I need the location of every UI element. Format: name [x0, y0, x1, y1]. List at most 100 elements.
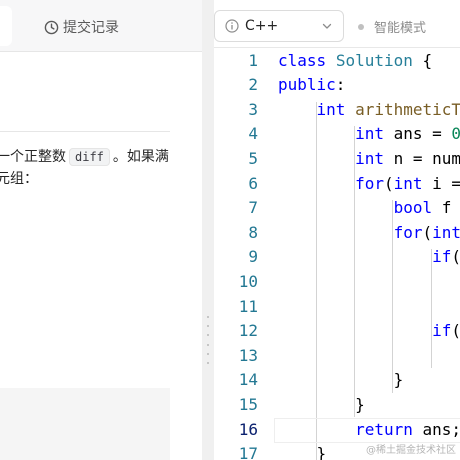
line-number: 5: [248, 148, 258, 168]
language-select[interactable]: C++: [214, 10, 344, 42]
line-number: 17: [238, 444, 258, 460]
line-number: 10: [238, 271, 258, 291]
code-token: (: [451, 321, 460, 340]
code-text: bool f: [278, 196, 452, 221]
line-number: 6: [248, 173, 258, 193]
code-text: }: [278, 442, 327, 460]
divider: [0, 131, 170, 132]
code-line[interactable]: 3 int arithmeticT: [214, 98, 460, 123]
code-token: (: [451, 247, 460, 266]
clock-icon: [44, 20, 59, 34]
line-number: 14: [238, 370, 258, 390]
code-token: n = num: [383, 148, 460, 168]
toggle-dot-icon: [358, 23, 364, 30]
watermark: @稀土掘金技术社区: [366, 445, 456, 456]
code-line[interactable]: 5 int n = num: [214, 147, 460, 172]
code-token: int: [393, 173, 423, 193]
code-token: int: [355, 148, 384, 168]
code-token: class: [278, 50, 327, 70]
code-line[interactable]: 13: [214, 344, 460, 369]
code-text: public:: [278, 73, 345, 98]
code-text: }: [278, 368, 404, 393]
code-line[interactable]: 10: [214, 270, 460, 295]
description-panel: 提交记录 一个正整数 diff 。如果满 元组：: [0, 0, 202, 460]
info-icon: [225, 19, 239, 33]
tab-submissions[interactable]: 提交记录: [44, 17, 119, 37]
line-number: 7: [248, 198, 258, 218]
code-token: }: [278, 444, 327, 460]
code-token: }: [278, 370, 404, 390]
code-line[interactable]: 2 public:: [214, 73, 460, 98]
description-toolbar: 提交记录: [0, 0, 202, 52]
drag-grip-icon: [207, 316, 209, 364]
code-editor[interactable]: 1 class Solution {2 public: 3 int arithmeti…: [214, 48, 460, 460]
editor-toolbar: C++ 智能模式: [214, 0, 460, 48]
code-token: return: [355, 419, 413, 439]
smart-mode-toggle[interactable]: 智能模式: [358, 17, 426, 36]
code-text: if(: [278, 245, 460, 270]
code-token: for: [393, 222, 423, 242]
pane-resize-handle[interactable]: [202, 0, 214, 460]
chevron-down-icon: [322, 23, 332, 29]
line-number: 12: [238, 321, 258, 341]
problem-description-line: 一个正整数 diff 。如果满: [0, 147, 169, 167]
line-number: 13: [238, 345, 258, 365]
code-token: int: [355, 124, 384, 144]
line-number: 1: [248, 50, 258, 70]
code-line[interactable]: 8 for(int: [214, 221, 460, 246]
code-line[interactable]: 6 for(int i =: [214, 172, 460, 197]
code-text: for(int: [278, 221, 460, 246]
code-line[interactable]: 11: [214, 295, 460, 320]
line-number: 2: [248, 75, 258, 95]
inline-code: diff: [69, 148, 110, 166]
code-text: int n = num: [278, 147, 460, 172]
code-token: Solution: [335, 50, 413, 70]
code-text: for(int i =: [278, 172, 460, 197]
code-token: f: [432, 198, 452, 218]
line-number: 3: [248, 99, 258, 119]
code-token: :: [335, 75, 346, 95]
code-token: int: [432, 222, 460, 242]
code-token: int: [316, 99, 346, 119]
code-text: int arithmeticT: [278, 98, 460, 123]
code-text: if(: [278, 319, 460, 344]
language-select-value: C++: [245, 18, 279, 34]
code-line[interactable]: 7 bool f: [214, 196, 460, 221]
code-token: i =: [422, 173, 460, 193]
line-number: 9: [248, 247, 258, 267]
code-token: for: [355, 173, 384, 193]
example-block: [0, 388, 170, 460]
tab-submissions-label: 提交记录: [63, 20, 119, 36]
code-token: ans;: [412, 419, 460, 439]
code-line[interactable]: 14 }: [214, 368, 460, 393]
code-token: arithmeticT: [355, 99, 460, 119]
line-number: 16: [238, 419, 258, 439]
code-token: }: [278, 394, 365, 414]
code-text: return ans;: [278, 418, 460, 443]
code-token: if: [432, 247, 452, 267]
code-line[interactable]: 9 if(: [214, 245, 460, 270]
code-line[interactable]: 4 int ans = 0: [214, 122, 460, 147]
line-number: 11: [238, 296, 258, 316]
code-token: (: [422, 222, 433, 242]
line-number: 15: [238, 394, 258, 414]
description-tab[interactable]: [0, 6, 12, 46]
code-token: public: [278, 75, 336, 95]
line-number: 4: [248, 124, 258, 144]
code-text: class Solution {: [278, 49, 432, 74]
code-line[interactable]: 12 if(: [214, 319, 460, 344]
code-line[interactable]: 15 }: [214, 393, 460, 418]
description-text: 一个正整数: [0, 149, 66, 165]
code-line[interactable]: 1 class Solution {: [214, 49, 460, 74]
description-text: 元组：: [0, 171, 38, 187]
code-line[interactable]: 16 return ans;: [214, 417, 460, 443]
code-token: if: [432, 321, 452, 341]
